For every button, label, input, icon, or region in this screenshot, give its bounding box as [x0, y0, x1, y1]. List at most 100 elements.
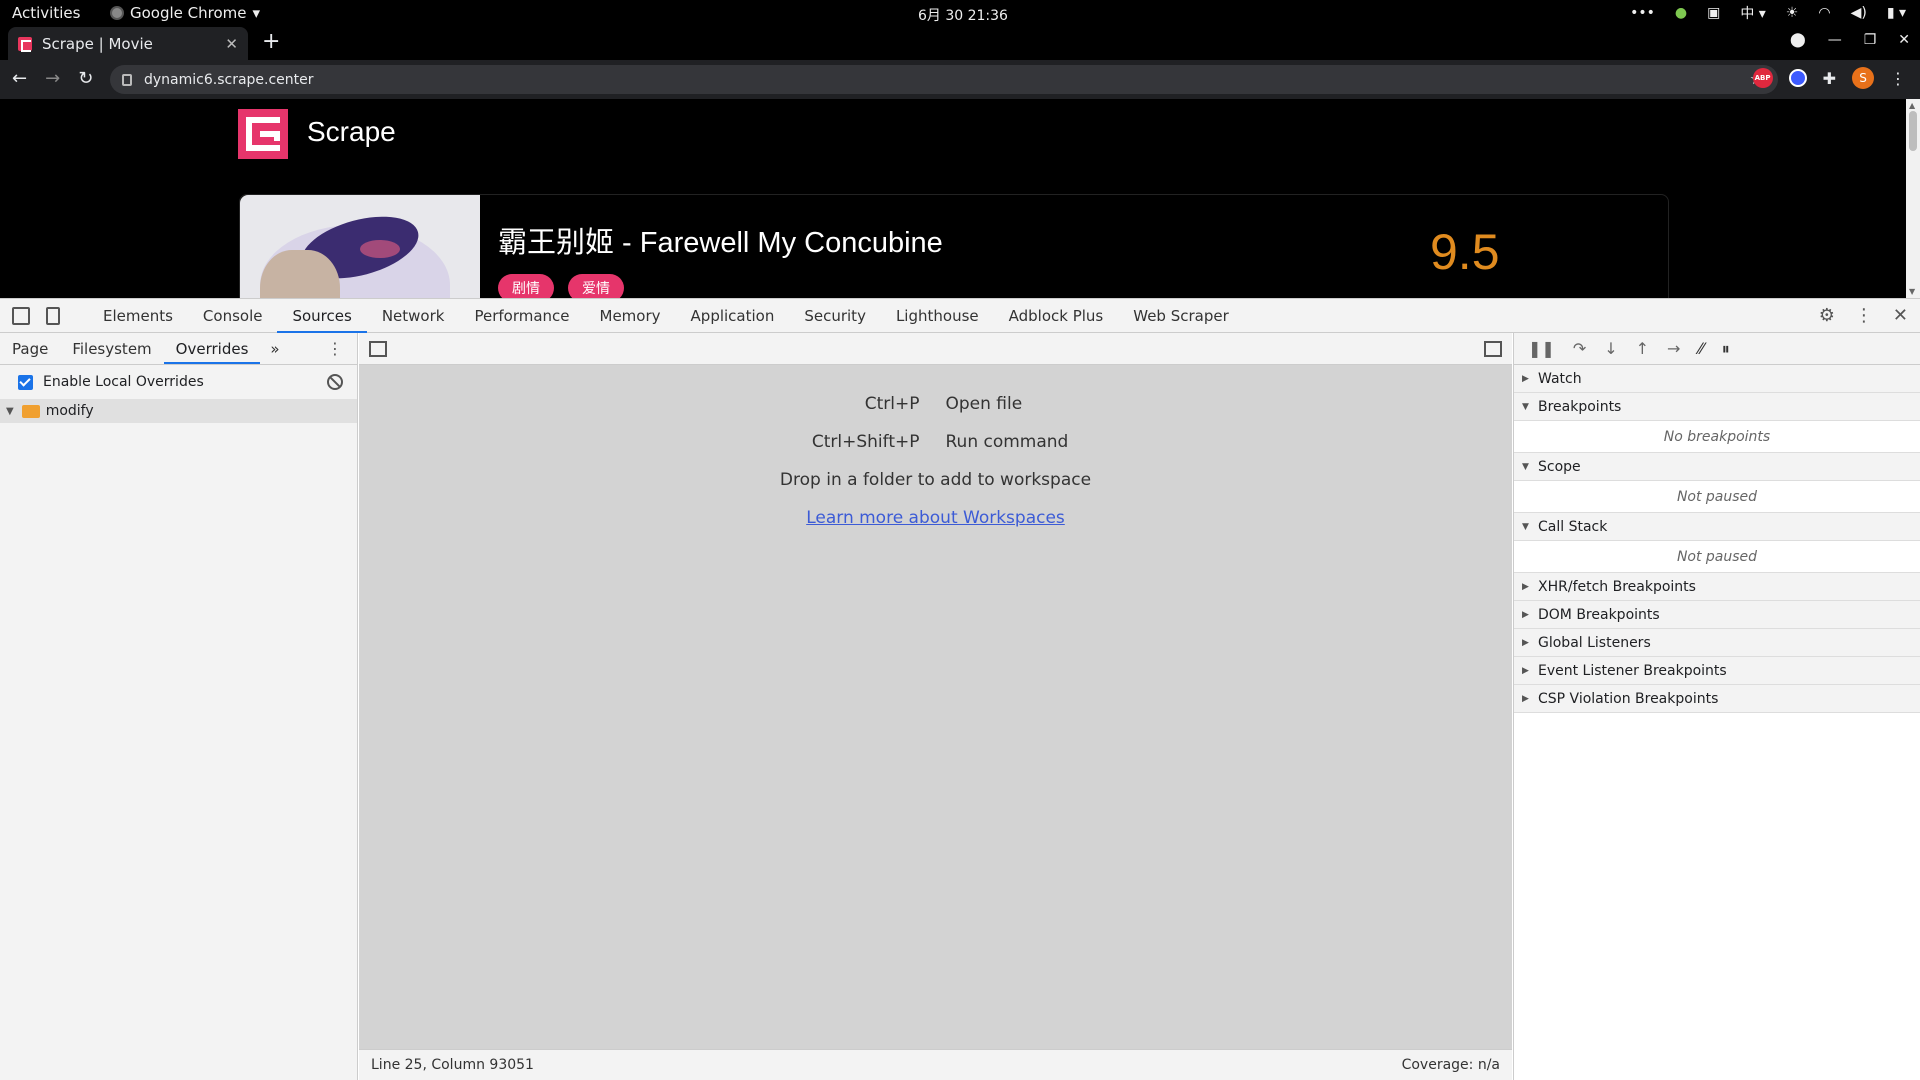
page-scrollbar[interactable]: ▲ ▼: [1906, 99, 1920, 298]
folder-icon: [21, 404, 40, 418]
address-bar[interactable]: dynamic6.scrape.center ☆: [110, 65, 1778, 94]
devtools-panel: Elements Console Sources Network Perform…: [0, 298, 1920, 1080]
close-devtools-icon[interactable]: ✕: [1893, 305, 1908, 326]
editor-status-bar: Line 25, Column 93051 Coverage: n/a: [359, 1049, 1512, 1080]
new-tab-button[interactable]: +: [262, 29, 280, 54]
learn-more-link[interactable]: Learn more about Workspaces: [806, 508, 1065, 528]
coverage-status[interactable]: Coverage: n/a: [1402, 1057, 1500, 1073]
expand-arrow-icon[interactable]: ▼: [6, 406, 14, 417]
system-tray[interactable]: ••• ● ▣ 中 ▾ ☀ ◠ ◀) ▮ ▾: [1630, 3, 1906, 23]
collapsed-arrow-icon: ▶: [1522, 609, 1529, 620]
scrape-logo[interactable]: [238, 109, 288, 159]
deactivate-breakpoints-icon[interactable]: ⁄⁄: [1698, 339, 1703, 358]
dark-reader-icon[interactable]: [1788, 69, 1807, 87]
section-title: Global Listeners: [1538, 634, 1651, 651]
section-dom-breakpoints[interactable]: ▶ DOM Breakpoints: [1514, 601, 1920, 629]
section-breakpoints[interactable]: ▼ Breakpoints: [1514, 393, 1920, 421]
lock-icon[interactable]: [122, 73, 132, 86]
tab-search-icon[interactable]: ⬤: [1790, 32, 1806, 48]
pause-on-exceptions-icon[interactable]: ⏸: [1722, 339, 1730, 359]
scroll-up-icon[interactable]: ▲: [1909, 101, 1915, 110]
extensions-puzzle-icon[interactable]: ✚: [1823, 69, 1836, 88]
close-tab-icon[interactable]: ✕: [225, 35, 238, 53]
step-over-icon[interactable]: ↷: [1573, 339, 1586, 358]
battery-icon[interactable]: ▮ ▾: [1887, 5, 1906, 21]
section-event-listener-breakpoints[interactable]: ▶ Event Listener Breakpoints: [1514, 657, 1920, 685]
tab-elements[interactable]: Elements: [88, 299, 188, 333]
tab-network[interactable]: Network: [367, 299, 460, 333]
activities-button[interactable]: Activities: [12, 4, 80, 22]
chrome-icon: [110, 6, 124, 20]
app-menu[interactable]: Google Chrome ▾: [110, 4, 260, 22]
tab-console[interactable]: Console: [188, 299, 278, 333]
section-global-listeners[interactable]: ▶ Global Listeners: [1514, 629, 1920, 657]
navigator-menu-icon[interactable]: ⋮: [327, 339, 343, 358]
folder-tree-item[interactable]: ▼ modify: [0, 399, 357, 423]
more-icon[interactable]: •••: [1630, 5, 1655, 21]
tab-adblock-plus[interactable]: Adblock Plus: [994, 299, 1119, 333]
tab-sources[interactable]: Sources: [277, 299, 367, 333]
genre-tag[interactable]: 爱情: [568, 274, 624, 298]
chrome-menu-icon[interactable]: ⋮: [1890, 69, 1906, 88]
ime-indicator[interactable]: 中 ▾: [1740, 3, 1765, 23]
back-icon[interactable]: ←: [12, 68, 27, 89]
movie-poster[interactable]: [240, 195, 480, 298]
forward-icon[interactable]: →: [45, 68, 60, 89]
url-text[interactable]: dynamic6.scrape.center: [144, 72, 314, 88]
section-csp-violation-breakpoints[interactable]: ▶ CSP Violation Breakpoints: [1514, 685, 1920, 713]
screenshot-icon[interactable]: ▣: [1707, 5, 1720, 21]
toggle-navigator-icon[interactable]: [369, 341, 387, 357]
shortcut-key: Ctrl+Shift+P: [811, 432, 920, 452]
step-icon[interactable]: →: [1667, 339, 1680, 358]
profile-avatar[interactable]: S: [1852, 67, 1874, 89]
clock[interactable]: 6月 30 21:36: [918, 5, 1008, 25]
expanded-arrow-icon: ▼: [1522, 521, 1529, 532]
customize-menu-icon[interactable]: ⋮: [1855, 305, 1873, 326]
pause-icon[interactable]: ❚❚: [1528, 339, 1555, 358]
device-toolbar-icon[interactable]: [46, 307, 60, 325]
toggle-debugger-icon[interactable]: [1484, 341, 1502, 357]
shortcut-row: Ctrl+Shift+P Run command: [359, 423, 1512, 461]
enable-overrides-checkbox[interactable]: [18, 374, 33, 390]
scroll-down-icon[interactable]: ▼: [1909, 287, 1915, 296]
browser-tab[interactable]: Scrape | Movie ✕: [8, 27, 248, 60]
step-into-icon[interactable]: ↓: [1604, 339, 1617, 358]
tab-security[interactable]: Security: [789, 299, 881, 333]
poster-eye: [360, 240, 400, 258]
section-xhr-breakpoints[interactable]: ▶ XHR/fetch Breakpoints: [1514, 573, 1920, 601]
section-scope[interactable]: ▼ Scope: [1514, 453, 1920, 481]
tab-application[interactable]: Application: [676, 299, 790, 333]
reload-icon[interactable]: ↻: [78, 68, 93, 89]
clear-configuration-icon[interactable]: [327, 374, 343, 390]
scrollbar-thumb[interactable]: [1909, 111, 1917, 151]
tab-lighthouse[interactable]: Lighthouse: [881, 299, 994, 333]
nav-tab-overrides[interactable]: Overrides: [163, 333, 261, 364]
movie-title[interactable]: 霸王别姬 - Farewell My Concubine: [498, 219, 943, 261]
volume-icon[interactable]: ◀): [1851, 5, 1867, 21]
expanded-arrow-icon: ▼: [1522, 401, 1529, 412]
tab-memory[interactable]: Memory: [585, 299, 676, 333]
enable-overrides-row: Enable Local Overrides: [0, 365, 357, 399]
tab-performance[interactable]: Performance: [459, 299, 584, 333]
window-controls: ⬤ — ❐ ✕: [1790, 32, 1910, 48]
inspect-element-icon[interactable]: [12, 307, 30, 325]
step-out-icon[interactable]: ↑: [1636, 339, 1649, 358]
more-tabs-icon[interactable]: »: [260, 333, 289, 364]
genre-tag[interactable]: 剧情: [498, 274, 554, 298]
nav-tab-filesystem[interactable]: Filesystem: [60, 333, 163, 364]
nav-tab-page[interactable]: Page: [0, 333, 60, 364]
vpn-icon[interactable]: ●: [1675, 5, 1687, 21]
section-watch[interactable]: ▶ Watch: [1514, 365, 1920, 393]
wifi-icon[interactable]: ◠: [1818, 5, 1830, 21]
enable-overrides-label[interactable]: Enable Local Overrides: [43, 374, 204, 390]
site-brand[interactable]: Scrape: [307, 116, 396, 148]
close-window-icon[interactable]: ✕: [1898, 32, 1910, 48]
minimize-icon[interactable]: —: [1828, 32, 1842, 48]
drop-folder-hint: Drop in a folder to add to workspace: [779, 470, 1092, 490]
tab-web-scraper[interactable]: Web Scraper: [1118, 299, 1244, 333]
section-call-stack[interactable]: ▼ Call Stack: [1514, 513, 1920, 541]
brightness-icon[interactable]: ☀: [1786, 5, 1799, 21]
settings-gear-icon[interactable]: ⚙: [1819, 305, 1835, 326]
restore-icon[interactable]: ❐: [1864, 32, 1877, 48]
adblock-plus-icon[interactable]: ABP: [1752, 68, 1773, 88]
